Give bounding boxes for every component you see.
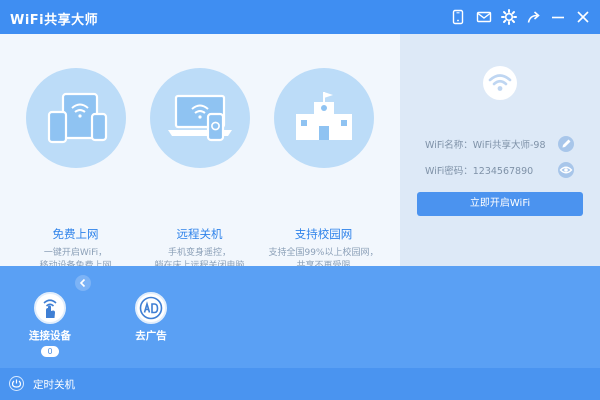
phone-icon[interactable] [450, 9, 466, 25]
wifi-name-label: WiFi名称： [425, 140, 473, 151]
feature-desc-line1: 一键开启WiFi， [43, 248, 108, 258]
laptop-phone-icon [149, 68, 250, 168]
edit-pencil-icon[interactable] [558, 136, 574, 152]
eye-icon[interactable] [558, 162, 574, 178]
status-bar: 定时关机 [0, 368, 600, 400]
close-icon[interactable] [575, 9, 591, 25]
wifi-name-row: WiFi名称：WiFi共享大师-98 [425, 137, 546, 151]
tool-remove-ads[interactable]: 去广告 [121, 292, 181, 343]
ad-block-icon [135, 292, 167, 324]
feature-title: 支持校园网 [294, 227, 353, 241]
scheduled-shutdown-label[interactable]: 定时关机 [33, 377, 75, 392]
share-arrow-icon[interactable] [526, 9, 542, 25]
minimize-icon[interactable] [550, 9, 566, 25]
school-icon [273, 68, 374, 168]
features-panel: 免费上网 一键开启WiFi， 移动设备免费上网 远程关机 手机变身遥控， 躺在床… [0, 34, 400, 271]
wifi-password-label: WiFi密码： [425, 166, 473, 177]
wifi-info-panel: WiFi名称：WiFi共享大师-98 WiFi密码：1234567890 立即开… [400, 34, 600, 266]
feature-title: 免费上网 [52, 227, 99, 241]
wifi-password-row: WiFi密码：1234567890 [425, 163, 533, 177]
power-icon[interactable] [9, 376, 24, 391]
feature-desc-line1: 支持全国99%以上校园网， [268, 248, 379, 258]
device-count-badge: 0 [41, 346, 59, 357]
feature-title: 远程关机 [176, 227, 223, 241]
chevron-left-icon[interactable] [75, 275, 91, 291]
wifi-password-value: 1234567890 [472, 166, 534, 177]
wifi-hand-icon [34, 292, 66, 324]
feature-remote-shutdown[interactable]: 远程关机 手机变身遥控， 躺在床上远程关闭电脑 [137, 68, 262, 273]
wifi-icon [483, 66, 517, 100]
tool-label: 连接设备 [29, 330, 71, 342]
feature-campus-network[interactable]: 支持校园网 支持全国99%以上校园网， 共享不再受限 [261, 68, 386, 273]
mail-icon[interactable] [476, 9, 492, 25]
wifi-name-value: WiFi共享大师-98 [472, 140, 546, 151]
tool-connected-devices[interactable]: 连接设备 0 [20, 292, 80, 357]
devices-icon [25, 68, 126, 168]
title-bar[interactable]: WiFi共享大师 [0, 0, 600, 34]
feature-desc-line1: 手机变身遥控， [167, 248, 231, 258]
tool-label: 去广告 [135, 330, 167, 342]
tools-panel: 连接设备 0 去广告 [0, 266, 600, 368]
settings-gear-icon[interactable] [501, 9, 517, 25]
start-wifi-button[interactable]: 立即开启WiFi [417, 192, 583, 216]
feature-free-internet[interactable]: 免费上网 一键开启WiFi， 移动设备免费上网 [13, 68, 138, 273]
app-title: WiFi共享大师 [10, 13, 99, 28]
